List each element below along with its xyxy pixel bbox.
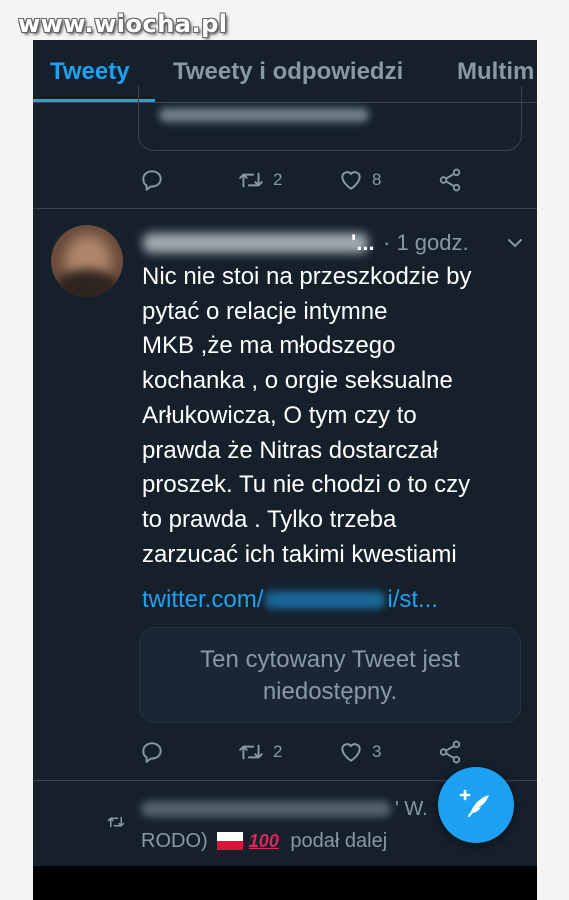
tab-tweets[interactable]: Tweety <box>50 58 130 86</box>
tab-tweets-and-replies[interactable]: Tweety i odpowiedzi <box>173 58 403 86</box>
compose-tweet-button[interactable] <box>438 767 514 843</box>
reply-button[interactable] <box>139 166 165 194</box>
blurred-display-name[interactable] <box>143 233 368 253</box>
retweet-count: 2 <box>273 742 283 761</box>
heart-icon <box>338 739 364 765</box>
hundred-emoji-icon: 100 <box>248 831 279 851</box>
divider <box>33 208 537 209</box>
heart-icon <box>338 167 364 193</box>
link-start: twitter.com/ <box>142 586 264 613</box>
like-button[interactable]: 8 <box>338 166 381 194</box>
previous-tweet-actions: 2 8 <box>33 166 537 194</box>
reply-icon <box>139 167 165 193</box>
retweeter-name-cont: RODO) <box>141 830 208 852</box>
link-end: i/st... <box>387 586 439 613</box>
active-tab-indicator <box>33 99 155 102</box>
retweet-count: 2 <box>273 170 283 189</box>
retweeter-name-end: ' W. <box>395 798 428 820</box>
chevron-down-icon[interactable] <box>505 236 525 255</box>
tweet-text: Nic nie stoi na przeszkodzie by pytać o … <box>142 263 472 568</box>
reply-icon <box>139 739 165 765</box>
tab-media[interactable]: Multim <box>457 58 534 86</box>
avatar[interactable] <box>51 225 123 297</box>
like-count: 8 <box>372 170 382 189</box>
display-name-suffix: '... <box>351 230 375 255</box>
twitter-screen: Tweety Tweety i odpowiedzi Multim 2 8 '.… <box>33 40 537 900</box>
share-icon <box>437 167 463 193</box>
tweet-time[interactable]: · 1 godz. <box>383 230 469 256</box>
retweet-button[interactable]: 2 <box>237 166 282 194</box>
poland-flag-icon <box>217 832 244 850</box>
retweeted-label: podał dalej <box>290 830 388 852</box>
previous-quoted-card[interactable] <box>138 86 522 151</box>
watermark: www.wiocha.pl <box>18 10 228 38</box>
like-count: 3 <box>372 742 382 761</box>
retweet-icon <box>237 167 265 193</box>
retweet-icon <box>237 739 265 765</box>
retweet-icon <box>105 813 127 836</box>
quoted-tweet-unavailable[interactable]: Ten cytowany Tweet jest niedostępny. <box>139 627 521 723</box>
android-nav-bar <box>33 866 537 900</box>
retweet-banner: RODO) 100 podał dalej <box>141 830 387 853</box>
retweeter-name[interactable]: ' W. <box>141 798 428 821</box>
blurred-retweeter-name <box>141 801 391 817</box>
share-icon <box>437 739 463 765</box>
reply-button[interactable] <box>139 738 165 766</box>
retweet-button[interactable]: 2 <box>237 738 282 766</box>
blurred-text <box>159 108 369 122</box>
compose-tweet-icon <box>456 783 496 828</box>
like-button[interactable]: 3 <box>338 738 381 766</box>
share-button[interactable] <box>437 738 463 766</box>
tweet-link[interactable]: twitter.com/i/st... <box>142 586 438 614</box>
blurred-link-part <box>265 591 386 609</box>
tweet-actions: 2 3 <box>33 738 537 766</box>
share-button[interactable] <box>437 166 463 194</box>
